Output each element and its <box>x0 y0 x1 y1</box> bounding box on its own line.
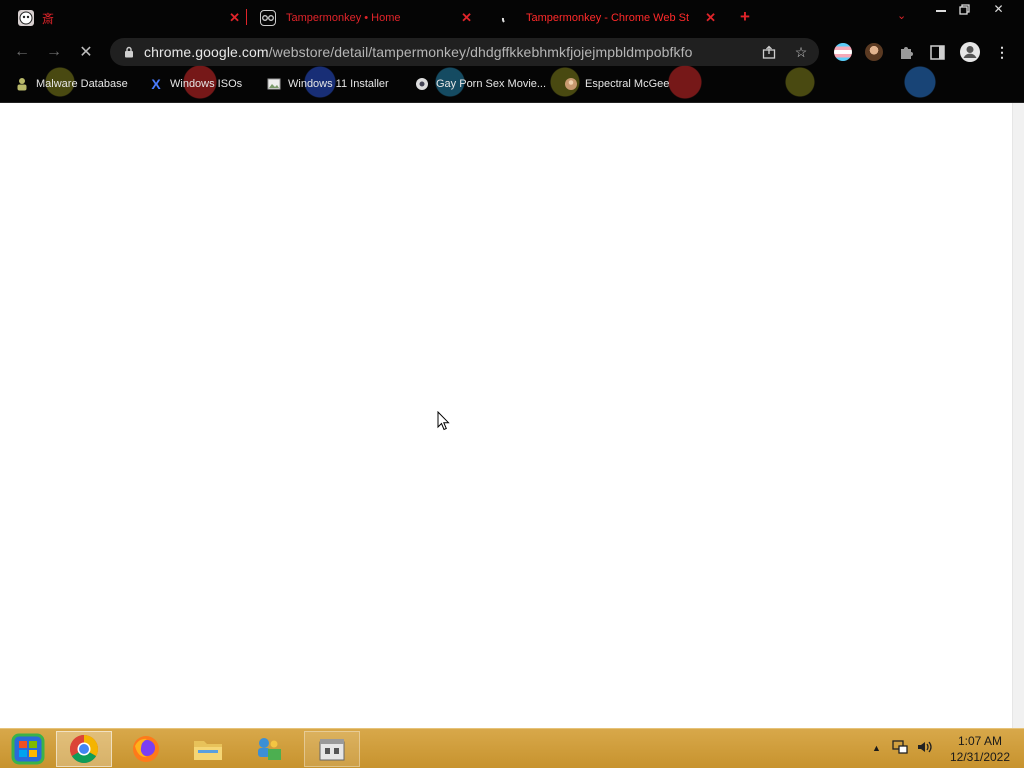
restore-button[interactable] <box>950 0 979 18</box>
tab-close-icon[interactable]: ✕ <box>705 10 716 26</box>
tab-glyph: 斎 <box>42 11 55 26</box>
back-arrow-icon: ← <box>14 43 30 60</box>
tab-separator <box>246 9 247 25</box>
bookmark-espectral-mcgee[interactable]: Espectral McGee <box>563 74 669 94</box>
clock-time: 1:07 AM <box>957 734 1003 748</box>
minimize-icon <box>935 10 946 12</box>
address-bar[interactable]: chrome.google.com/webstore/detail/tamper… <box>110 38 819 66</box>
profile-icon[interactable] <box>959 41 981 63</box>
stop-icon: ✕ <box>79 44 93 61</box>
avatar-icon <box>563 76 579 92</box>
bookmark-star-icon[interactable]: ☆ <box>793 44 809 60</box>
mouse-pointer-icon <box>437 411 450 431</box>
red-glyph-favicon-icon <box>18 10 34 26</box>
bookmark-windows-isos[interactable]: X Windows ISOs <box>148 74 242 94</box>
taskbar-chrome[interactable] <box>56 731 112 767</box>
chrome-icon <box>70 735 98 763</box>
image-icon <box>266 76 282 92</box>
bookmark-malware-database[interactable]: Malware Database <box>14 74 128 94</box>
url-path: /webstore/detail/tampermonkey/dhdgffkkeb… <box>268 44 693 60</box>
side-panel-icon[interactable] <box>929 44 945 60</box>
browser-chrome: 斎 ✕ Tampermonkey • Home ✕ Tampermonkey -… <box>0 0 1024 103</box>
tab-tampermonkey-home[interactable]: Tampermonkey • Home ✕ <box>250 4 478 32</box>
back-button[interactable]: ← <box>10 40 34 64</box>
network-tray-icon[interactable] <box>892 739 908 758</box>
forward-arrow-icon: → <box>46 43 62 60</box>
loading-spinner-icon <box>500 10 516 26</box>
chrome-menu-icon[interactable]: ⋮ <box>994 44 1010 60</box>
volume-icon[interactable] <box>916 739 934 758</box>
tampermonkey-favicon-icon <box>260 10 276 26</box>
windows-start-icon <box>11 733 45 765</box>
share-icon[interactable] <box>761 44 777 60</box>
url-text[interactable]: chrome.google.com/webstore/detail/tamper… <box>144 44 692 60</box>
taskbar-store[interactable] <box>304 731 360 767</box>
taskbar-firefox[interactable] <box>118 731 174 767</box>
stop-loading-button[interactable]: ✕ <box>74 40 98 64</box>
tab-chrome-web-store[interactable]: Tampermonkey - Chrome Web St ✕ <box>490 4 722 32</box>
bookmark-label: Malware Database <box>36 78 128 90</box>
forward-button[interactable]: → <box>42 40 66 64</box>
tab-close-icon[interactable]: ✕ <box>229 10 240 26</box>
extensions-puzzle-icon[interactable] <box>898 44 914 60</box>
tab-close-icon[interactable]: ✕ <box>461 10 472 26</box>
vertical-scrollbar[interactable] <box>1012 103 1024 728</box>
tab-first[interactable]: 斎 ✕ <box>8 4 246 32</box>
taskbar-clock[interactable]: 1:07 AM 12/31/2022 <box>940 733 1020 765</box>
new-tab-button[interactable]: + <box>740 7 750 27</box>
folder-icon <box>194 741 222 760</box>
person-icon <box>14 76 30 92</box>
bookmark-label: Windows ISOs <box>170 78 243 90</box>
firefox-icon <box>133 736 159 762</box>
lock-icon[interactable] <box>122 45 136 59</box>
bookmark-label: Windows 11 Installer <box>288 78 389 90</box>
taskbar-network[interactable] <box>240 731 296 767</box>
windows-taskbar: ▲ 1:07 AM 12/31/2022 <box>0 728 1024 768</box>
clock-date: 12/31/2022 <box>949 750 1011 764</box>
restore-icon <box>959 3 970 15</box>
start-button[interactable] <box>0 731 56 767</box>
web-page-content[interactable] <box>0 103 1012 728</box>
close-window-button[interactable]: ✕ <box>984 0 1013 18</box>
taskbar-file-explorer[interactable] <box>180 731 236 767</box>
browser-toolbar: ← → ✕ chrome.google.com/webstore/detail/… <box>0 36 1024 68</box>
x-logo-icon: X <box>151 76 161 92</box>
tab-search-button[interactable]: ⌄ <box>897 9 906 22</box>
show-hidden-icons-button[interactable]: ▲ <box>872 743 881 753</box>
bookmarks-bar: Malware Database X Windows ISOs Windows … <box>0 72 1024 96</box>
bookmark-movie-site[interactable]: Gay Porn Sex Movie... <box>414 74 546 94</box>
bookmark-windows-11-installer[interactable]: Windows 11 Installer <box>266 74 389 94</box>
bookmark-label: Gay Porn Sex Movie... <box>436 78 547 90</box>
close-icon: ✕ <box>993 2 1004 16</box>
globe-icon <box>414 76 430 92</box>
network-icon <box>258 738 281 760</box>
profile-avatar-extension-icon[interactable] <box>865 43 883 61</box>
tab-strip: 斎 ✕ Tampermonkey • Home ✕ Tampermonkey -… <box>0 0 1024 34</box>
bookmark-label: Espectral McGee <box>585 78 670 90</box>
url-host: chrome.google.com <box>144 44 269 60</box>
tab-title: Tampermonkey - Chrome Web St <box>526 12 690 24</box>
store-icon <box>319 739 345 761</box>
tab-title: Tampermonkey • Home <box>286 12 401 24</box>
pride-flag-extension-icon[interactable] <box>834 43 852 61</box>
